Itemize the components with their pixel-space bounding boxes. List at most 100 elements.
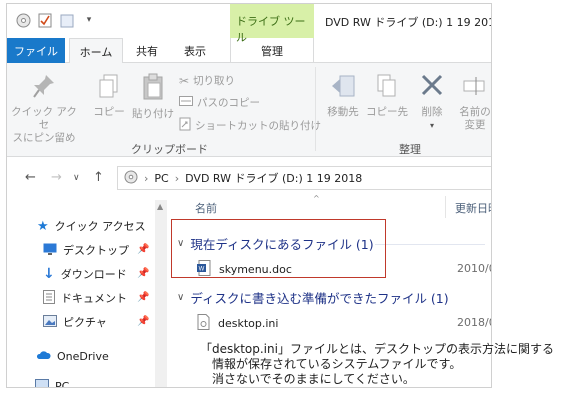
properties-icon[interactable]: [37, 12, 53, 28]
scissors-icon: ✂: [179, 73, 190, 88]
nav-pc-label: PC: [55, 379, 70, 388]
copy-path-label: パスのコピー: [197, 97, 260, 109]
move-to-icon: [323, 73, 363, 103]
documents-icon: [43, 289, 55, 307]
tab-file[interactable]: ファイル: [7, 38, 65, 63]
nav-desktop-label: デスクトップ: [63, 244, 129, 257]
desktop-icon: [43, 243, 57, 258]
nav-pictures[interactable]: ピクチャ: [43, 312, 107, 332]
delete-dropdown-icon[interactable]: ▾: [415, 119, 449, 132]
move-to-button[interactable]: 移動先: [323, 73, 363, 119]
up-arrow-icon[interactable]: ↑: [93, 170, 104, 185]
note-line: 情報が保存されているシステムファイルです。: [212, 357, 462, 371]
pin-to-quick-access-button[interactable]: クイック アクセ スにピン留め: [11, 73, 77, 145]
download-arrow-icon: ↓: [43, 266, 55, 282]
nav-desktop[interactable]: デスクトップ: [43, 240, 129, 260]
nav-onedrive[interactable]: OneDrive: [35, 346, 109, 366]
nav-pictures-label: ピクチャ: [63, 316, 107, 329]
paste-label: 貼り付け: [132, 108, 174, 120]
ribbon-group-divider: [315, 67, 316, 151]
paste-button[interactable]: 貼り付け: [129, 73, 177, 121]
breadcrumb-drive[interactable]: DVD RW ドライブ (D:) 1 19 2018: [185, 170, 362, 186]
new-folder-icon[interactable]: [59, 12, 75, 28]
nav-downloads-label: ダウンロード: [60, 268, 127, 281]
recent-dropdown-icon[interactable]: ∨: [73, 173, 80, 183]
pin-icon: 📌: [137, 292, 150, 303]
path-icon: [179, 96, 193, 109]
copy-button[interactable]: コピー: [91, 73, 127, 119]
copy-icon: [91, 73, 127, 103]
drive-icon[interactable]: [15, 12, 31, 28]
pin-label-line2: スにピン留め: [12, 132, 76, 144]
back-arrow-icon[interactable]: ←: [25, 170, 36, 185]
copy-to-label: コピー先: [366, 106, 408, 118]
note-line: 消さないでそのままにしてください。: [212, 372, 415, 386]
delete-button[interactable]: 削除 ▾: [415, 73, 449, 132]
pictures-icon: [43, 314, 57, 330]
scroll-up-icon[interactable]: ▲: [157, 202, 163, 211]
delete-x-icon: [415, 73, 449, 103]
file-date: 2010/09: [457, 262, 491, 275]
breadcrumb-pc[interactable]: PC: [154, 172, 168, 185]
rename-icon: [455, 73, 491, 103]
column-divider[interactable]: [445, 196, 446, 218]
column-header-name[interactable]: 名前: [195, 200, 217, 216]
group-header-pending-files[interactable]: ∨ ディスクに書き込む準備ができたファイル (1): [177, 288, 449, 307]
tab-home[interactable]: ホーム: [69, 38, 123, 64]
clipboard-icon: [129, 73, 177, 105]
copy-path-button[interactable]: パスのコピー: [179, 95, 260, 110]
rename-button[interactable]: 名前の 変更: [455, 73, 491, 132]
pin-icon: 📌: [137, 268, 150, 279]
ribbon-tabs: ファイル ホーム 共有 表示 管理: [7, 38, 491, 64]
nav-documents-label: ドキュメント: [61, 292, 127, 305]
nav-downloads[interactable]: ↓ ダウンロード: [43, 264, 127, 284]
pin-label-line1: クイック アクセ: [11, 106, 77, 131]
nav-pc[interactable]: PC: [35, 376, 70, 388]
organize-group-label: 整理: [399, 143, 421, 156]
nav-quick-access-label: クイック アクセス: [54, 220, 146, 233]
nav-onedrive-label: OneDrive: [57, 349, 109, 363]
drive-icon: [124, 170, 138, 187]
nav-documents[interactable]: ドキュメント: [43, 288, 127, 308]
group-divider-line: [375, 244, 485, 245]
file-name: desktop.ini: [218, 317, 279, 330]
file-row[interactable]: desktop.ini: [197, 314, 278, 333]
column-header-date[interactable]: 更新日時: [455, 200, 491, 216]
tab-manage[interactable]: 管理: [230, 38, 314, 63]
highlight-box: [171, 219, 386, 278]
copy-to-icon: [365, 73, 409, 103]
address-bar-row: ← → ∨ ↑ › PC › DVD RW ドライブ (D:) 1 19 201…: [7, 164, 491, 192]
annotation-note: 「desktop.ini」ファイルとは、デスクトップの表示方法に関する 情報が保…: [200, 342, 554, 387]
navigation-pane: ★ クイック アクセス デスクトップ 📌 ↓ ダウンロード 📌 ドキュメント 📌: [7, 200, 155, 388]
file-date: 2018/01: [457, 316, 491, 329]
collapse-chevron-icon[interactable]: ∨: [177, 292, 184, 303]
cut-button[interactable]: ✂ 切り取り: [179, 73, 235, 88]
title-bar: ▾ ドライブ ツール DVD RW ドライブ (D:) 1 19 2018: [7, 4, 492, 44]
star-icon: ★: [37, 218, 49, 234]
nav-quick-access[interactable]: ★ クイック アクセス: [37, 216, 146, 236]
tab-share[interactable]: 共有: [127, 38, 167, 63]
sort-ascending-icon: ^: [313, 194, 320, 203]
paste-shortcut-label: ショートカットの貼り付け: [195, 120, 321, 132]
rename-label-line2: 変更: [464, 119, 486, 131]
quick-access-toolbar: ▾: [15, 12, 97, 28]
note-line: 「desktop.ini」ファイルとは、デスクトップの表示方法に関する: [200, 342, 554, 356]
address-bar[interactable]: › PC › DVD RW ドライブ (D:) 1 19 2018: [117, 166, 491, 190]
forward-arrow-icon[interactable]: →: [51, 170, 62, 185]
breadcrumb-chevron-icon: ›: [144, 171, 149, 185]
drive-tools-context-label: ドライブ ツール: [230, 4, 314, 44]
explorer-window: ▾ ドライブ ツール DVD RW ドライブ (D:) 1 19 2018 ファ…: [6, 3, 492, 388]
rename-label-line1: 名前の: [459, 106, 491, 118]
paste-shortcut-button[interactable]: ショートカットの貼り付け: [179, 117, 321, 134]
group-title: ディスクに書き込む準備ができたファイル (1): [190, 291, 449, 306]
tab-view[interactable]: 表示: [175, 38, 215, 63]
pin-icon: 📌: [137, 316, 150, 327]
nav-scrollbar[interactable]: ▲: [155, 200, 167, 387]
shortcut-icon: [179, 117, 191, 134]
customize-dropdown-icon[interactable]: ▾: [81, 12, 97, 28]
copy-to-button[interactable]: コピー先: [365, 73, 409, 119]
breadcrumb-chevron-icon: ›: [174, 171, 180, 185]
window-title: DVD RW ドライブ (D:) 1 19 2018: [325, 16, 492, 29]
clipboard-group-label: クリップボード: [131, 143, 208, 156]
cloud-icon: [35, 350, 51, 363]
